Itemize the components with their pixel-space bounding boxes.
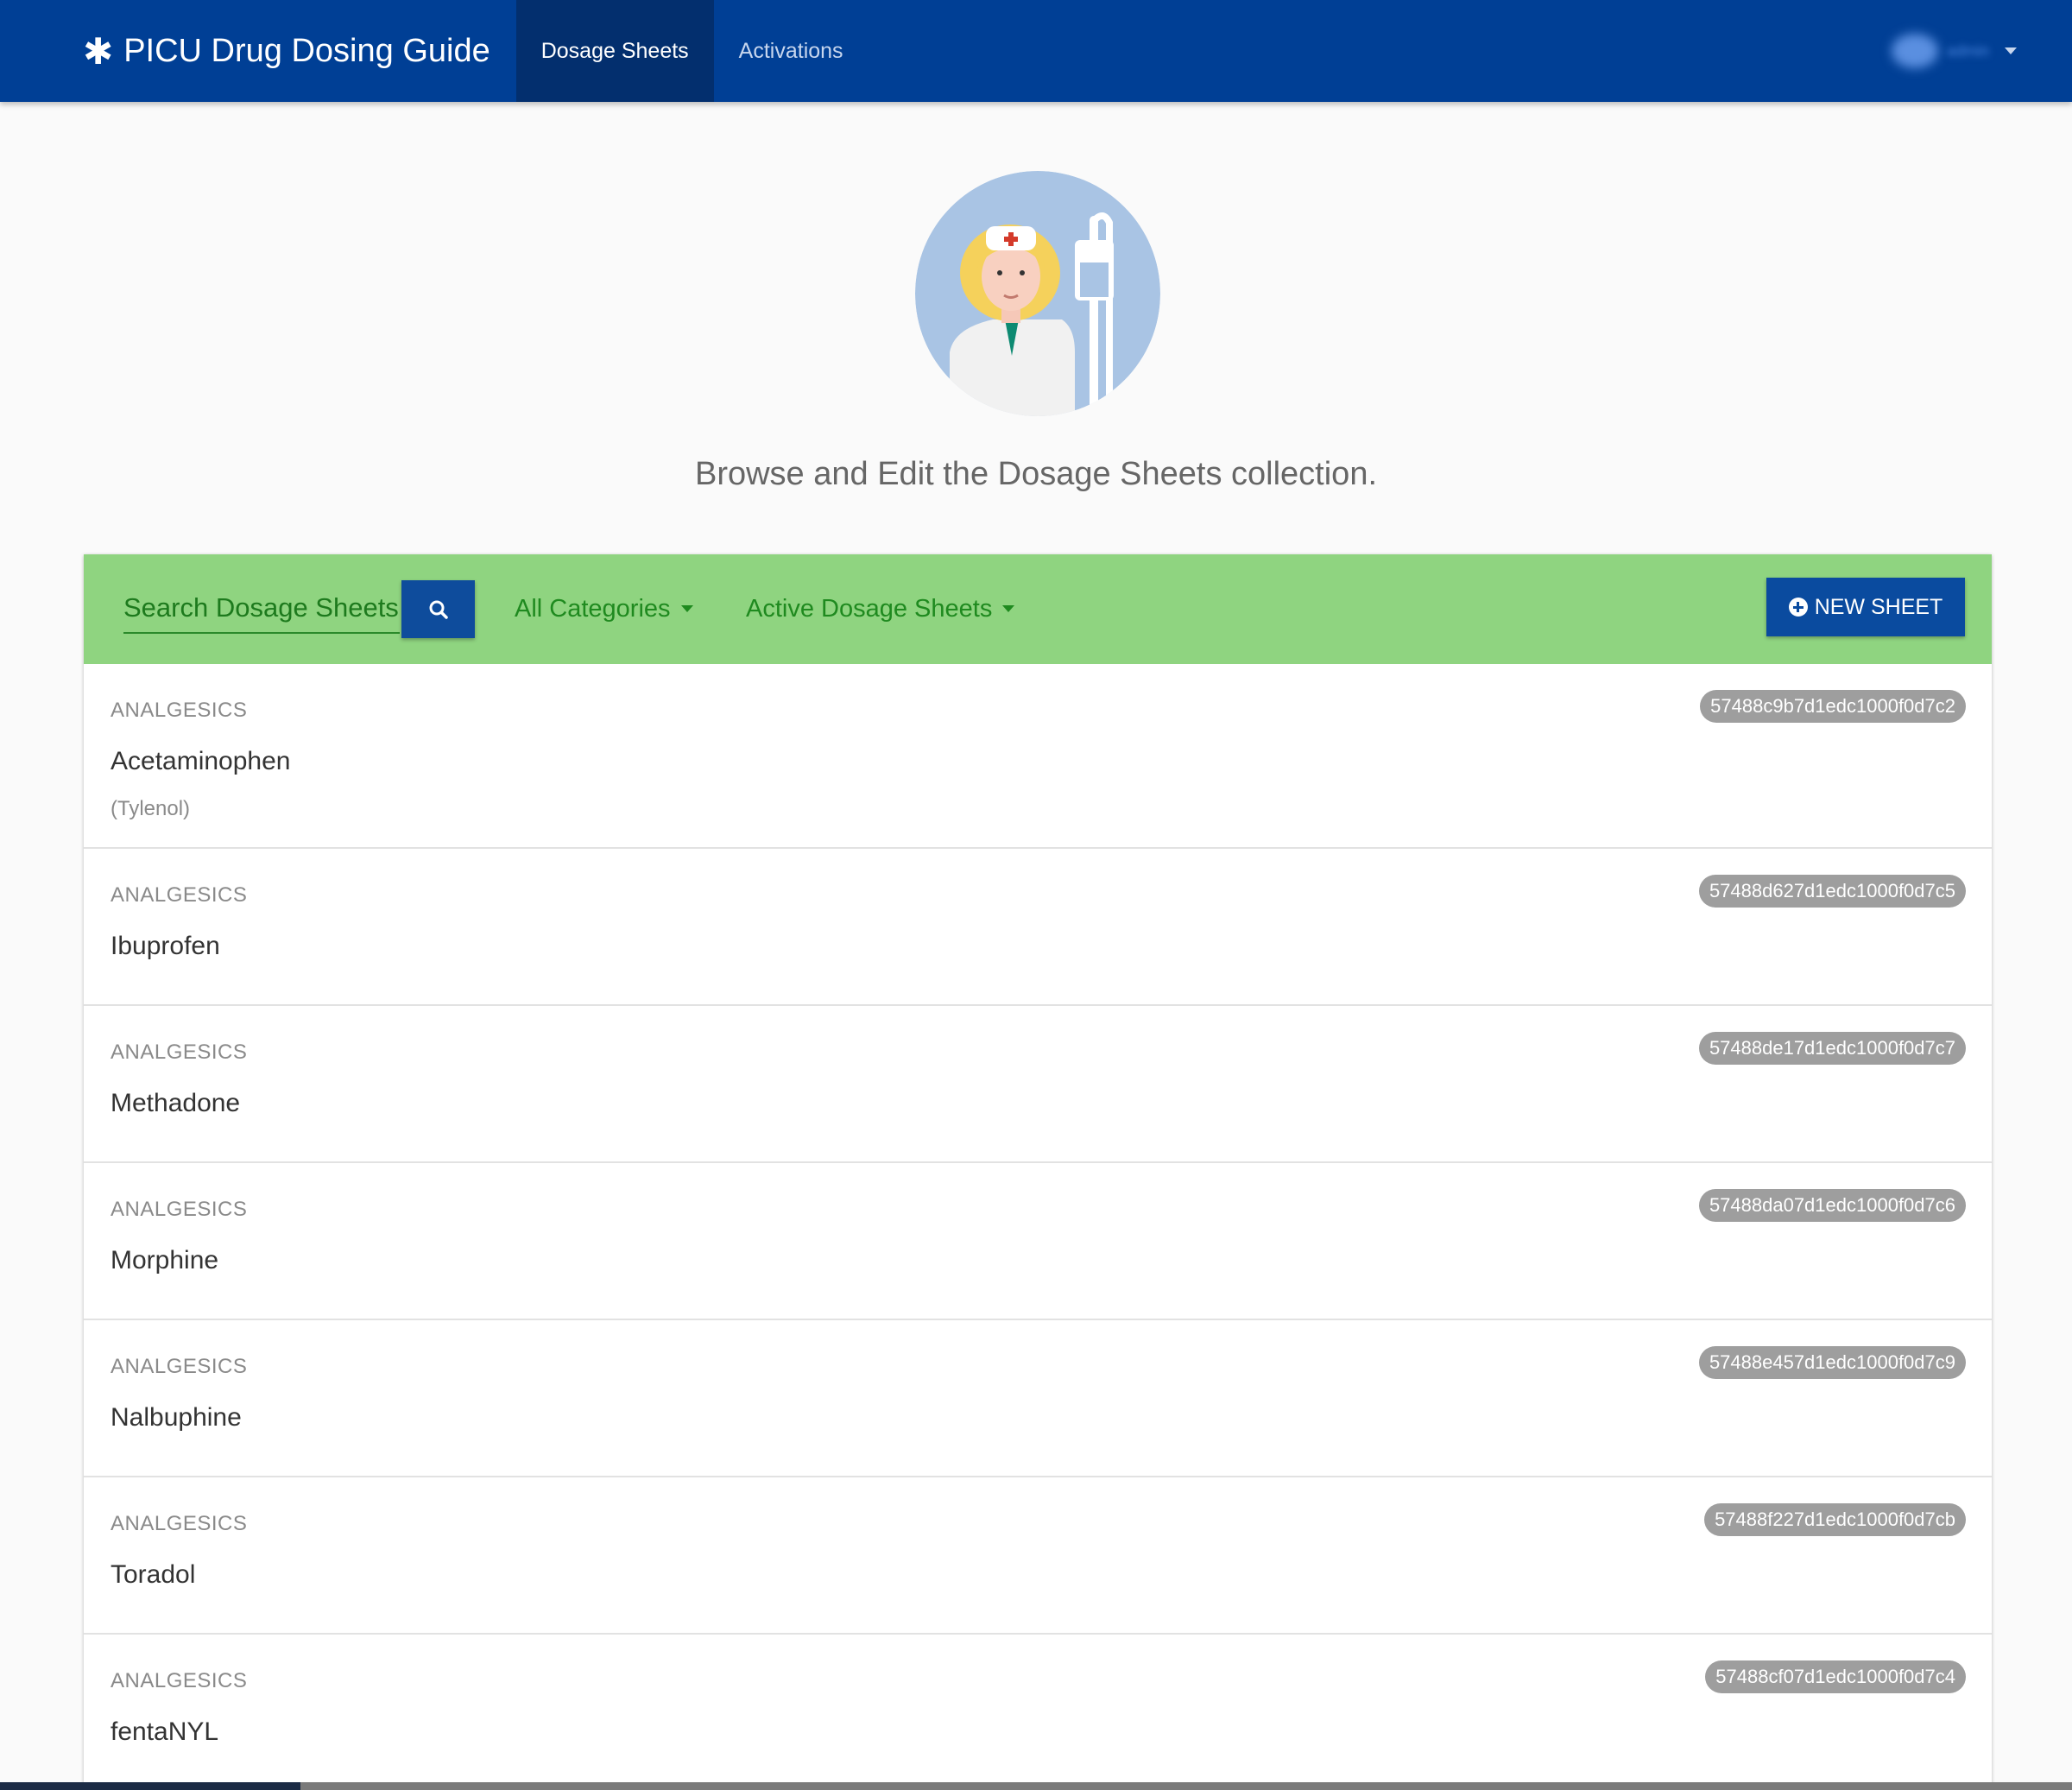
brand-link[interactable]: ✱ PICU Drug Dosing Guide [83,0,516,102]
filter-toolbar: All Categories Active Dosage Sheets NEW … [84,554,1992,664]
sheet-category: ANALGESICS [111,699,248,722]
chevron-down-icon [2005,47,2017,54]
scrollbar-thumb[interactable] [0,1782,300,1790]
sheet-category: ANALGESICS [111,1355,248,1378]
chevron-down-icon [1002,605,1015,612]
user-name-blurred: admin [1946,41,1989,60]
sheet-category: ANALGESICS [111,1040,248,1064]
sheet-category: ANALGESICS [111,1198,248,1221]
chevron-down-icon [680,605,693,612]
status-filter-dropdown[interactable]: Active Dosage Sheets [746,589,1015,629]
tab-dosage-sheets[interactable]: Dosage Sheets [515,0,714,102]
sheet-name: Nalbuphine [111,1403,242,1432]
list-item[interactable]: ANALGESICS Methadone 57488de17d1edc1000f… [84,1006,1992,1163]
sheet-name: Acetaminophen [111,747,291,775]
brand-title: PICU Drug Dosing Guide [123,32,490,69]
dosage-sheets-panel: All Categories Active Dosage Sheets NEW … [84,554,1992,1790]
list-item[interactable]: ANALGESICS Ibuprofen 57488d627d1edc1000f… [84,849,1992,1006]
sheet-id-badge: 57488c9b7d1edc1000f0d7c2 [1700,690,1966,723]
nurse-avatar-icon [915,171,1160,416]
list-item[interactable]: ANALGESICS Nalbuphine 57488e457d1edc1000… [84,1320,1992,1477]
sheet-name: Toradol [111,1560,196,1589]
sheet-name: fentaNYL [111,1717,219,1746]
sheet-id-badge: 57488cf07d1edc1000f0d7c4 [1705,1660,1966,1693]
new-sheet-label: NEW SHEET [1814,594,1943,619]
sheet-id-badge: 57488f227d1edc1000f0d7cb [1704,1503,1966,1536]
status-filter-label: Active Dosage Sheets [746,594,993,623]
plus-circle-icon [1788,598,1808,617]
sheet-category: ANALGESICS [111,1669,248,1692]
sheet-name: Ibuprofen [111,932,220,960]
sheet-id-badge: 57488da07d1edc1000f0d7c6 [1698,1189,1966,1222]
new-sheet-button[interactable]: NEW SHEET [1766,578,1965,636]
user-menu[interactable]: admin [1891,31,2017,71]
sheet-id-badge: 57488de17d1edc1000f0d7c7 [1698,1032,1966,1065]
horizontal-scrollbar[interactable] [0,1782,2072,1790]
user-avatar [1891,34,1938,68]
top-navbar: ✱ PICU Drug Dosing Guide Dosage Sheets A… [0,0,2072,102]
sheet-name: Morphine [111,1246,219,1275]
sheet-id-badge: 57488d627d1edc1000f0d7c5 [1698,875,1966,908]
sheet-id-badge: 57488e457d1edc1000f0d7c9 [1698,1346,1966,1379]
page-subtitle: Browse and Edit the Dosage Sheets collec… [694,456,1378,492]
category-filter-label: All Categories [515,594,671,623]
tab-activations[interactable]: Activations [714,0,869,102]
asterisk-icon: ✱ [83,30,114,72]
list-item[interactable]: ANALGESICS Toradol 57488f227d1edc1000f0d… [84,1477,1992,1635]
sheet-category: ANALGESICS [111,1512,248,1535]
sheet-name: Methadone [111,1089,241,1117]
list-item[interactable]: ANALGESICS Acetaminophen (Tylenol) 57488… [84,664,1992,849]
search-button[interactable] [401,580,475,638]
category-filter-dropdown[interactable]: All Categories [515,589,693,629]
search-icon [429,600,448,619]
list-item[interactable]: ANALGESICS Morphine 57488da07d1edc1000f0… [84,1163,1992,1320]
list-item[interactable]: ANALGESICS fentaNYL 57488cf07d1edc1000f0… [84,1635,1992,1790]
sheet-category: ANALGESICS [111,883,248,907]
sheet-alias: (Tylenol) [111,797,191,820]
search-input[interactable] [123,584,400,634]
